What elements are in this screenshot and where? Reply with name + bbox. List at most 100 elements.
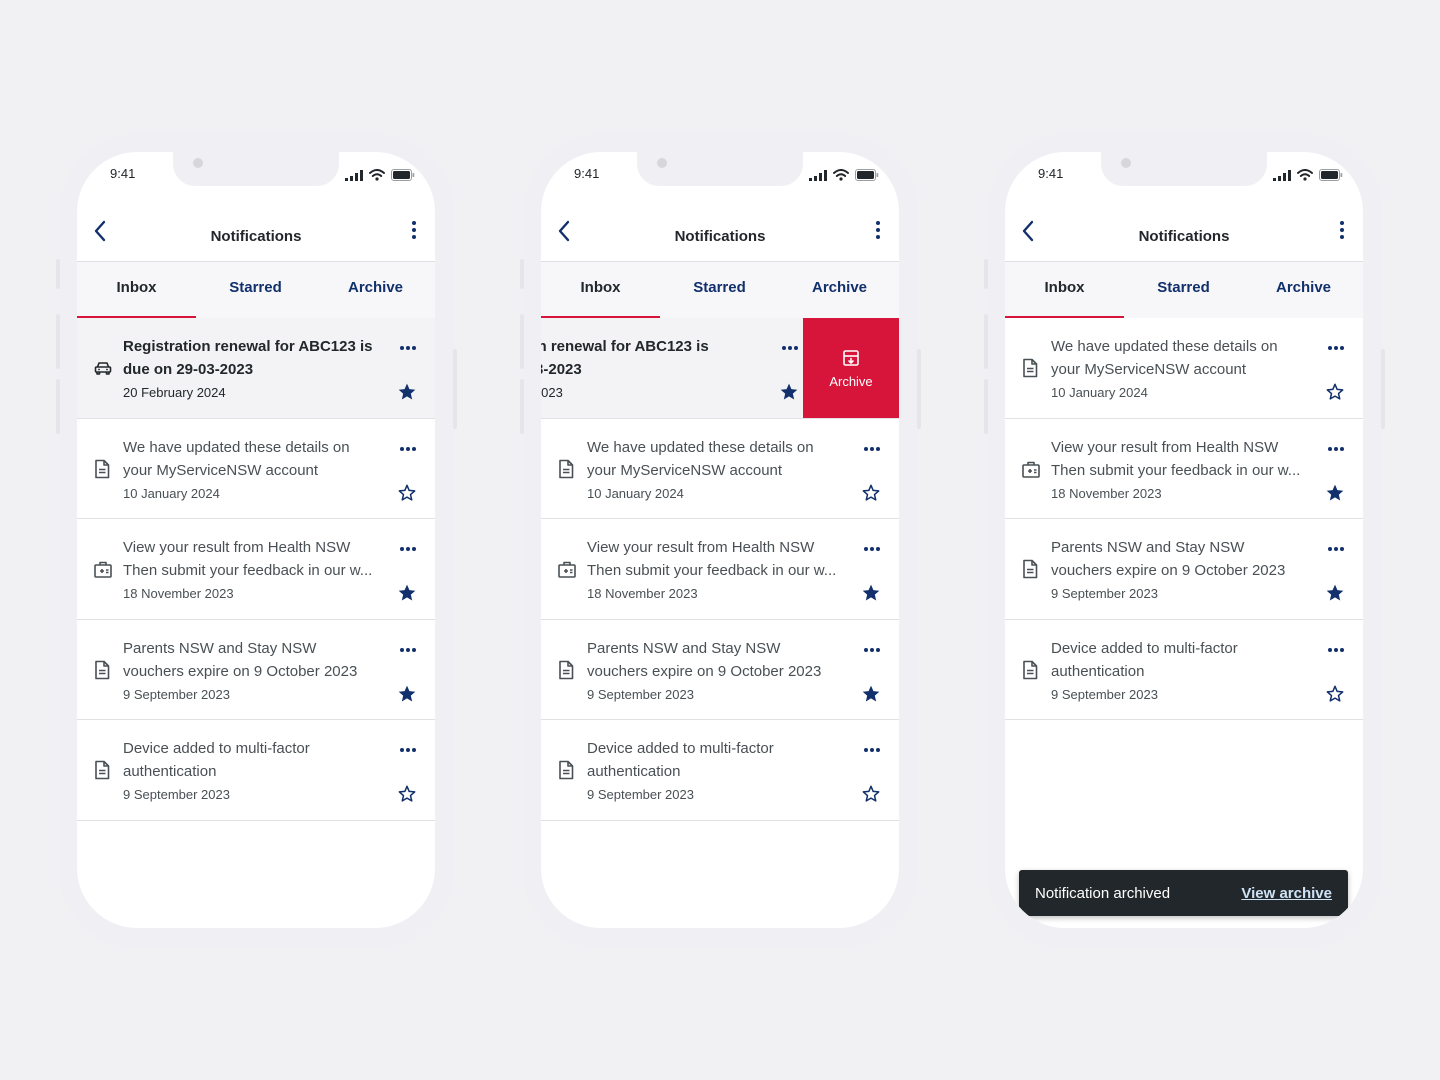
kebab-menu-icon[interactable] xyxy=(1339,220,1345,245)
notification-text: Parents NSW and Stay NSW vouchers expire… xyxy=(123,637,391,683)
tab-inbox[interactable]: Inbox xyxy=(77,262,196,320)
notification-date: 9 September 2023 xyxy=(1051,686,1158,702)
more-options-icon[interactable] xyxy=(399,539,417,557)
tab-starred[interactable]: Starred xyxy=(660,262,779,318)
notification-line-2: your MyServiceNSW account xyxy=(123,461,319,479)
more-options-icon[interactable] xyxy=(863,439,881,457)
star-outline-icon[interactable] xyxy=(397,784,417,809)
notification-list: ration renewal for ABC123 is 29-03-2023 … xyxy=(541,318,899,821)
notification-item[interactable]: View your result from Health NSW Then su… xyxy=(77,519,435,620)
star-filled-icon[interactable] xyxy=(397,583,417,608)
more-options-icon[interactable] xyxy=(399,740,417,758)
more-options-icon[interactable] xyxy=(1327,539,1345,557)
more-options-icon[interactable] xyxy=(863,539,881,557)
notification-date: 10 January 2024 xyxy=(587,485,684,501)
notch xyxy=(637,152,803,186)
tab-archive[interactable]: Archive xyxy=(1244,262,1363,318)
tab-bar: Inbox Starred Archive xyxy=(1005,262,1363,320)
notification-line-2: vouchers expire on 9 October 2023 xyxy=(1051,562,1286,579)
notification-item[interactable]: View your result from Health NSW Then su… xyxy=(1005,418,1363,519)
silent-switch xyxy=(56,259,60,289)
volume-up-button xyxy=(520,314,524,369)
notification-item[interactable]: ration renewal for ABC123 is 29-03-2023 … xyxy=(541,318,899,419)
star-outline-icon[interactable] xyxy=(1325,684,1345,709)
notification-date: 18 November 2023 xyxy=(123,586,234,601)
tab-starred[interactable]: Starred xyxy=(1124,262,1243,318)
notification-line-2: vouchers expire on 9 October 2023 xyxy=(587,662,822,680)
more-options-icon[interactable] xyxy=(399,439,417,457)
page-title: Notifications xyxy=(674,228,766,245)
notch xyxy=(173,152,339,186)
notification-text: Parents NSW and Stay NSW vouchers expire… xyxy=(587,637,855,683)
star-filled-icon[interactable] xyxy=(1325,483,1345,508)
star-filled-icon[interactable] xyxy=(397,684,417,709)
document-icon xyxy=(557,760,575,785)
car-icon xyxy=(93,358,113,383)
notification-item[interactable]: View your result from Health NSW Then su… xyxy=(541,519,899,620)
star-outline-icon[interactable] xyxy=(861,483,881,508)
more-options-icon[interactable] xyxy=(399,640,417,658)
more-options-icon[interactable] xyxy=(399,338,417,356)
star-filled-icon[interactable] xyxy=(779,382,799,407)
volume-down-button xyxy=(520,379,524,434)
archive-swipe-button[interactable]: Archive xyxy=(803,318,899,418)
notification-line-1: Device added to multi-factor xyxy=(1051,639,1238,657)
kebab-menu-icon[interactable] xyxy=(875,220,881,245)
notification-item[interactable]: Parents NSW and Stay NSW vouchers expire… xyxy=(1005,519,1363,620)
more-options-icon[interactable] xyxy=(1327,640,1345,658)
notification-text: Parents NSW and Stay NSW vouchers expire… xyxy=(1051,536,1319,582)
notification-text: We have updated these details on your My… xyxy=(123,436,391,482)
archive-swipe-label: Archive xyxy=(829,374,873,389)
notification-item[interactable]: Parents NSW and Stay NSW vouchers expire… xyxy=(77,619,435,720)
wifi-icon xyxy=(369,168,385,186)
star-outline-icon[interactable] xyxy=(1325,382,1345,407)
status-time: 9:41 xyxy=(1038,166,1064,181)
view-archive-link[interactable]: View archive xyxy=(1241,885,1332,902)
notification-item[interactable]: We have updated these details on your My… xyxy=(541,418,899,519)
silent-switch xyxy=(984,259,988,289)
archive-icon xyxy=(841,348,861,373)
app-header: Notifications xyxy=(1005,196,1363,262)
more-options-icon[interactable] xyxy=(863,740,881,758)
more-options-icon[interactable] xyxy=(1327,338,1345,356)
notification-item[interactable]: We have updated these details on your My… xyxy=(1005,318,1363,419)
notification-item[interactable]: We have updated these details on your My… xyxy=(77,418,435,519)
notification-date: uary 2023 xyxy=(541,385,563,400)
notification-line-1: Parents NSW and Stay NSW xyxy=(587,639,781,657)
document-icon xyxy=(93,459,111,484)
star-filled-icon[interactable] xyxy=(1325,583,1345,608)
notification-item[interactable]: Device added to multi-factor authenticat… xyxy=(1005,619,1363,720)
more-options-icon[interactable] xyxy=(863,640,881,658)
volume-down-button xyxy=(56,379,60,434)
volume-up-button xyxy=(56,314,60,369)
notification-line-1: View your result from Health NSW xyxy=(123,539,351,556)
more-options-icon[interactable] xyxy=(781,338,799,356)
star-filled-icon[interactable] xyxy=(861,684,881,709)
snackbar: Notification archived View archive xyxy=(1019,870,1348,916)
tab-inbox[interactable]: Inbox xyxy=(1005,262,1124,320)
notification-line-2: Then submit your feedback in our w... xyxy=(587,562,837,579)
notification-line-1: Device added to multi-factor xyxy=(123,740,310,757)
notification-text: Device added to multi-factor authenticat… xyxy=(587,737,855,783)
notification-list: We have updated these details on your My… xyxy=(1005,318,1363,720)
snackbar-message: Notification archived xyxy=(1035,885,1171,902)
notification-item[interactable]: Parents NSW and Stay NSW vouchers expire… xyxy=(541,619,899,720)
notification-line-1: Registration renewal for ABC123 is xyxy=(123,338,373,355)
phone-screen: 9:41 Notifications Inbox Starred Archive xyxy=(1005,152,1363,928)
notification-item[interactable]: Device added to multi-factor authenticat… xyxy=(77,720,435,821)
kebab-menu-icon[interactable] xyxy=(411,220,417,245)
power-button xyxy=(1381,349,1385,429)
battery-icon xyxy=(855,168,879,186)
tab-starred[interactable]: Starred xyxy=(196,262,315,318)
notification-item[interactable]: Device added to multi-factor authenticat… xyxy=(541,720,899,821)
star-outline-icon[interactable] xyxy=(397,483,417,508)
more-options-icon[interactable] xyxy=(1327,439,1345,457)
tab-inbox[interactable]: Inbox xyxy=(541,262,660,320)
star-outline-icon[interactable] xyxy=(861,784,881,809)
star-filled-icon[interactable] xyxy=(861,583,881,608)
notification-item[interactable]: Registration renewal for ABC123 is due o… xyxy=(77,318,435,419)
phone-frame: 9:41 Notifications Inbox Starred Archive xyxy=(520,134,921,948)
tab-archive[interactable]: Archive xyxy=(780,262,899,318)
tab-archive[interactable]: Archive xyxy=(316,262,435,318)
star-filled-icon[interactable] xyxy=(397,382,417,407)
